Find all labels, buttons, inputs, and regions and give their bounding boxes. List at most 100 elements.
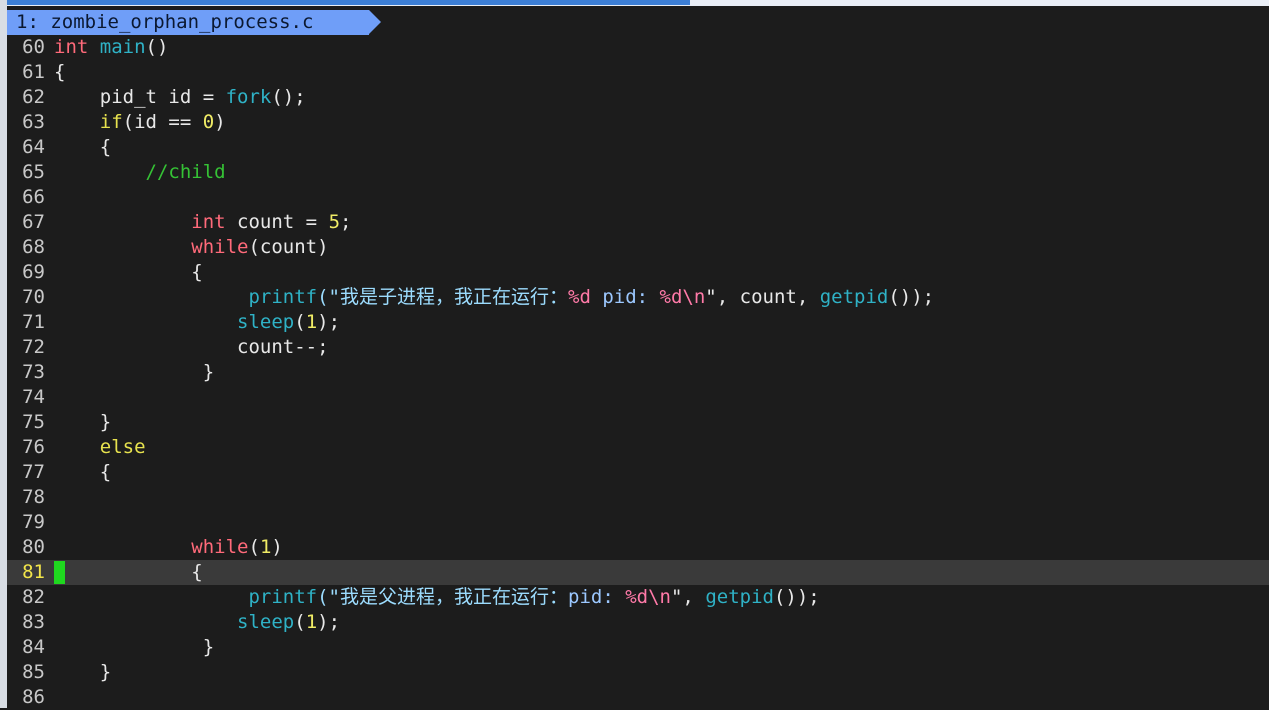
line-number: 81	[22, 561, 45, 583]
code-token: {	[54, 136, 112, 158]
code-token: ()	[145, 36, 169, 58]
code-token: (	[294, 611, 306, 633]
code-line[interactable]: 73 }	[7, 360, 1269, 385]
code-token: ("我是父进程，我正在运行：	[317, 586, 568, 608]
code-text: {	[54, 61, 65, 83]
code-line[interactable]: 84 }	[7, 635, 1269, 660]
code-text: int count = 5;	[54, 211, 351, 233]
code-token: );	[317, 611, 341, 633]
line-number: 76	[22, 436, 45, 458]
code-text: }	[54, 411, 111, 433]
tab-arrow-icon	[369, 10, 381, 34]
code-line[interactable]: 71 sleep(1);	[7, 310, 1269, 335]
code-token: {	[54, 461, 112, 483]
code-token: ("我是子进程，我正在运行：	[317, 286, 568, 308]
code-token: (	[294, 311, 306, 333]
code-editor[interactable]: 60 int main() 61 {62 pid_t id = fork(); 63 i…	[7, 35, 1269, 710]
code-token: pid:	[568, 586, 626, 608]
code-line[interactable]: 83 sleep(1);	[7, 610, 1269, 635]
text-cursor	[54, 561, 65, 584]
line-number: 70	[22, 286, 45, 308]
code-token: "	[705, 286, 717, 308]
code-line[interactable]: 77 {	[7, 460, 1269, 485]
code-line[interactable]: 76 else	[7, 435, 1269, 460]
code-line[interactable]: 81 {	[7, 560, 1269, 585]
code-line[interactable]: 67 int count = 5;	[7, 210, 1269, 235]
code-line[interactable]: 85 }	[7, 660, 1269, 685]
code-line[interactable]: 75 }	[7, 410, 1269, 435]
code-line[interactable]: 62 pid_t id = fork();	[7, 85, 1269, 110]
code-line[interactable]: 80 while(1)	[7, 535, 1269, 560]
code-token: , count,	[716, 286, 820, 308]
code-text: {	[54, 136, 111, 158]
line-number: 84	[22, 636, 45, 658]
code-token: {	[54, 561, 203, 583]
code-line[interactable]: 78	[7, 485, 1269, 510]
code-token: int	[191, 211, 226, 233]
code-text: sleep(1);	[54, 611, 340, 633]
title-accent-bar	[0, 0, 690, 5]
code-token: %d	[568, 286, 591, 308]
line-number: 72	[22, 336, 45, 358]
code-text: }	[54, 361, 214, 383]
line-number: 85	[22, 661, 45, 683]
code-text: {	[54, 561, 203, 583]
line-number: 68	[22, 236, 45, 258]
code-token: }	[54, 411, 112, 433]
code-token: count--;	[54, 336, 329, 358]
code-token: getpid	[819, 286, 889, 308]
code-token: printf	[248, 286, 318, 308]
code-token: 1	[305, 311, 318, 333]
code-line[interactable]: 82 printf("我是父进程，我正在运行：pid: %d\n", getpi…	[7, 585, 1269, 610]
code-line[interactable]: 79	[7, 510, 1269, 535]
line-number: 86	[22, 686, 45, 708]
code-line[interactable]: 63 if(id == 0)	[7, 110, 1269, 135]
line-number: 69	[22, 261, 45, 283]
code-text: }	[54, 661, 111, 683]
code-token: pid_t id =	[54, 86, 226, 108]
line-number: 83	[22, 611, 45, 633]
code-token: );	[317, 311, 341, 333]
code-text: int main()	[54, 36, 168, 58]
code-line[interactable]: 86	[7, 685, 1269, 710]
code-text: }	[54, 636, 214, 658]
line-number: 66	[22, 186, 45, 208]
window-left-edge	[0, 0, 7, 708]
code-line[interactable]: 72 count--;	[7, 335, 1269, 360]
code-line[interactable]: 60 int main()	[7, 35, 1269, 60]
code-text: {	[54, 461, 111, 483]
code-text: pid_t id = fork();	[54, 86, 306, 108]
code-line[interactable]: 74	[7, 385, 1269, 410]
line-number: 61	[22, 61, 45, 83]
code-line[interactable]: 61 {	[7, 60, 1269, 85]
code-text: while(1)	[54, 536, 283, 558]
code-token: while	[191, 236, 249, 258]
code-token: printf	[248, 586, 318, 608]
tab-file[interactable]: 1: zombie_orphan_process.c	[7, 10, 369, 35]
code-line[interactable]: 64 {	[7, 135, 1269, 160]
line-number: 67	[22, 211, 45, 233]
code-token: sleep	[237, 611, 295, 633]
code-token: if	[99, 111, 123, 133]
code-line[interactable]: 66	[7, 185, 1269, 210]
line-number: 75	[22, 411, 45, 433]
code-line[interactable]: 65 //child	[7, 160, 1269, 185]
code-text: //child	[54, 161, 226, 183]
code-token: %d\n	[625, 586, 671, 608]
code-token: //child	[145, 161, 226, 183]
code-token: count =	[225, 211, 329, 233]
code-token: {	[54, 61, 66, 83]
code-token: {	[54, 261, 203, 283]
code-line[interactable]: 68 while(count)	[7, 235, 1269, 260]
code-line[interactable]: 69 {	[7, 260, 1269, 285]
code-line[interactable]: 70 printf("我是子进程，我正在运行：%d pid: %d\n", co…	[7, 285, 1269, 310]
code-text: printf("我是父进程，我正在运行：pid: %d\n", getpid()…	[54, 586, 819, 608]
